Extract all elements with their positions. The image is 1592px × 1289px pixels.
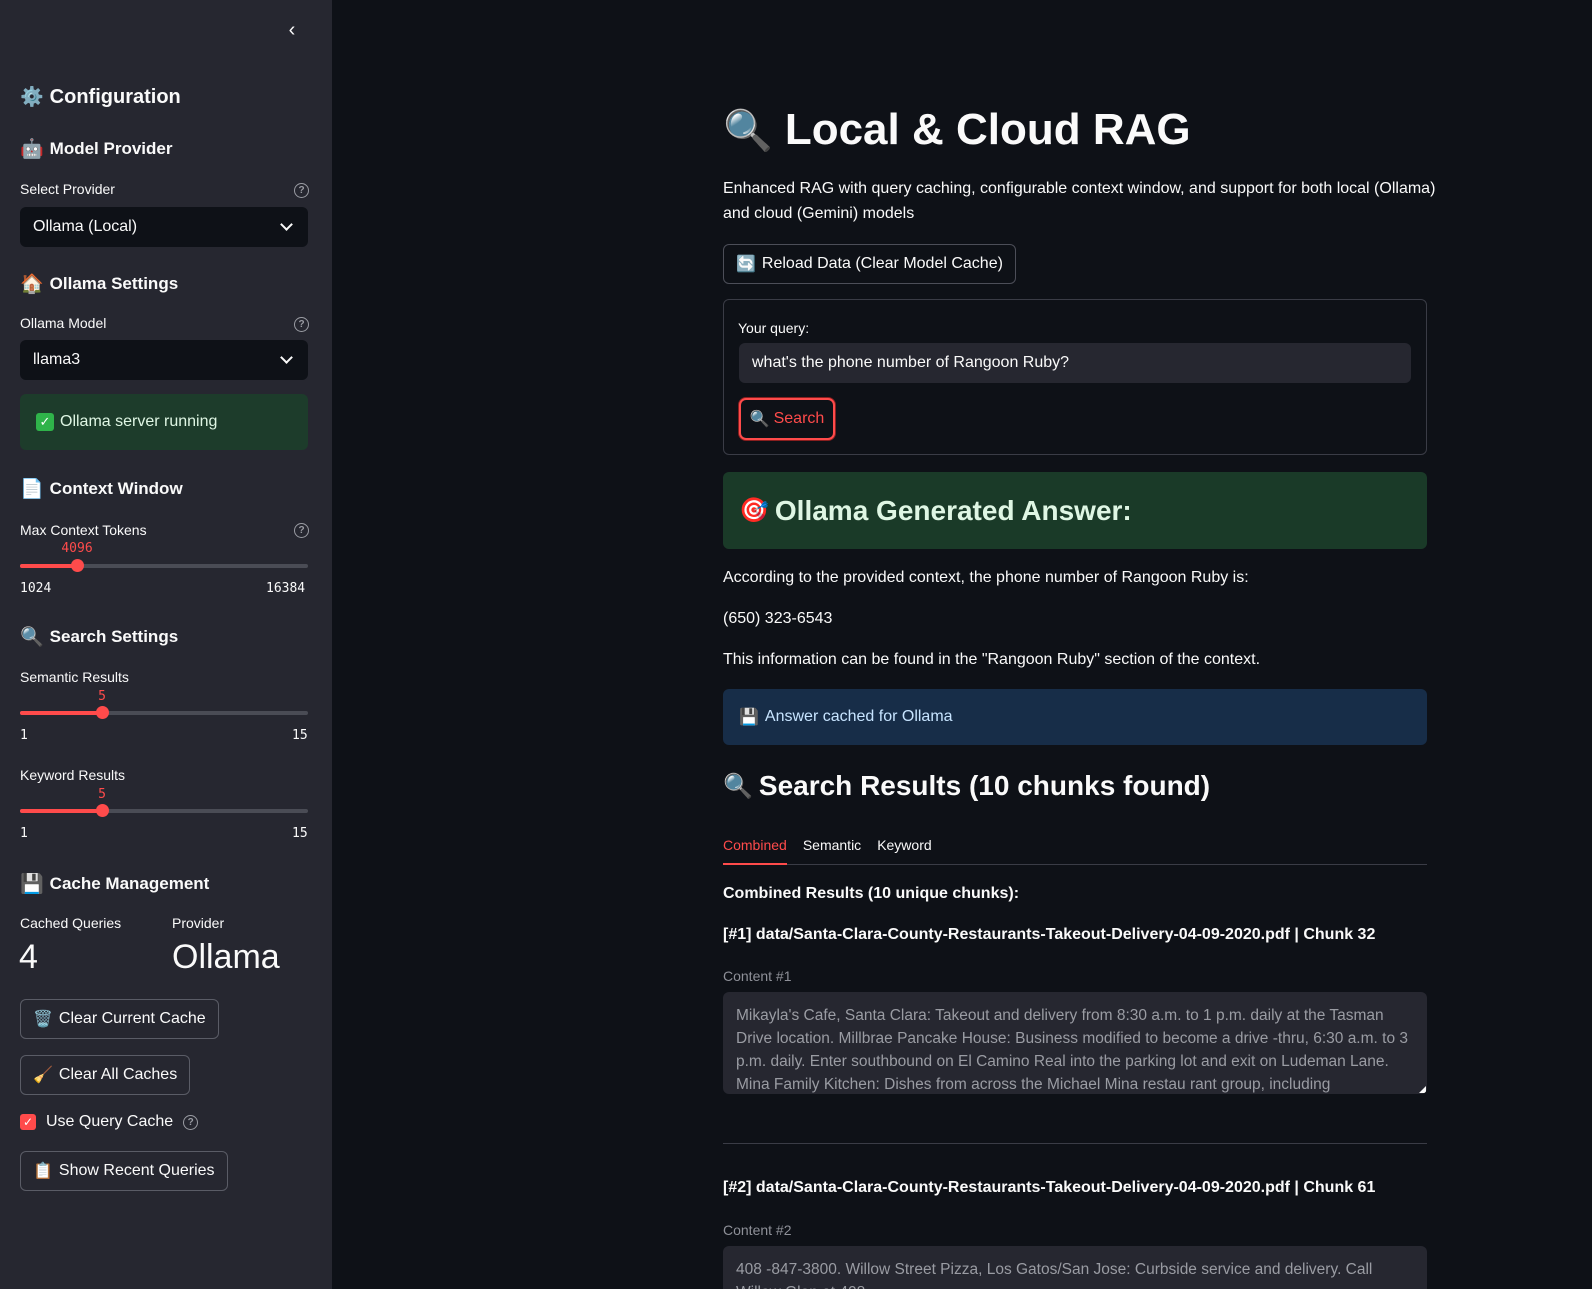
target-icon: 🎯: [739, 497, 769, 524]
robot-icon: 🤖: [20, 138, 44, 160]
refresh-icon: 🔄: [736, 256, 756, 273]
select-provider-label: Select Provider: [20, 181, 115, 197]
result-header: [#1] data/Santa-Clara-County-Restaurants…: [723, 926, 1376, 943]
keyword-slider[interactable]: [20, 804, 308, 817]
checkbox-checked-icon[interactable]: ✓: [20, 1114, 36, 1130]
content-textarea[interactable]: 408 -847-3800. Willow Street Pizza, Los …: [723, 1246, 1427, 1289]
house-icon: 🏠: [20, 273, 44, 295]
keyword-results-label: Keyword Results: [20, 767, 126, 783]
floppy-disk-icon: 💾: [20, 873, 44, 895]
context-slider[interactable]: [20, 559, 308, 572]
cache-info-alert: 💾 Answer cached for Ollama: [723, 689, 1427, 745]
config-heading: ⚙️ Configuration: [20, 86, 181, 108]
divider: [723, 1143, 1427, 1144]
cached-queries-value: 4: [19, 938, 38, 976]
query-input[interactable]: what's the phone number of Rangoon Ruby?: [739, 343, 1411, 383]
clipboard-icon: 📋: [33, 1163, 53, 1180]
slider-max: 16384: [266, 581, 306, 596]
semantic-results-label: Semantic Results: [20, 669, 129, 685]
ollama-model-label: Ollama Model: [20, 315, 107, 331]
slider-min: 1024: [20, 581, 52, 596]
answer-line: This information can be found in the "Ra…: [723, 651, 1261, 668]
slider-max: 15: [292, 728, 308, 743]
help-icon[interactable]: ?: [294, 523, 309, 538]
context-slider-value: 4096: [61, 541, 93, 556]
semantic-slider-value: 5: [98, 689, 106, 704]
keyword-slider-value: 5: [98, 787, 106, 802]
provider-value: Ollama: [172, 938, 280, 976]
broom-icon: 🧹: [33, 1067, 53, 1084]
query-label: Your query:: [738, 320, 810, 336]
ollama-model-select[interactable]: llama3: [20, 340, 308, 380]
reload-data-button[interactable]: 🔄 Reload Data (Clear Model Cache): [723, 244, 1016, 284]
answer-header: 🎯 Ollama Generated Answer:: [723, 472, 1427, 549]
trash-icon: 🗑️: [33, 1011, 53, 1028]
content-textarea[interactable]: Mikayla's Cafe, Santa Clara: Takeout and…: [723, 992, 1427, 1094]
slider-thumb[interactable]: [96, 804, 109, 817]
answer-line: According to the provided context, the p…: [723, 569, 1249, 586]
context-window-heading: 📄 Context Window: [20, 478, 183, 500]
content-label: Content #1: [723, 968, 792, 984]
cached-queries-label: Cached Queries: [20, 915, 122, 931]
provider-select[interactable]: Ollama (Local): [20, 207, 308, 247]
search-button[interactable]: 🔍 Search: [739, 398, 835, 440]
gear-icon: ⚙️: [20, 87, 44, 108]
tab-keyword[interactable]: Keyword: [877, 831, 931, 865]
magnifier-icon: 🔍: [20, 626, 44, 648]
magnifier-icon: 🔍: [749, 411, 770, 428]
model-provider-heading: 🤖 Model Provider: [20, 138, 173, 160]
clear-current-cache-button[interactable]: 🗑️ Clear Current Cache: [20, 999, 219, 1039]
slider-min: 1: [20, 826, 28, 841]
cache-management-heading: 💾 Cache Management: [20, 873, 210, 895]
page-title: 🔍 Local & Cloud RAG: [723, 105, 1191, 154]
chevron-down-icon: [280, 351, 293, 364]
magnifier-icon: 🔍: [723, 772, 753, 800]
provider-label: Provider: [172, 915, 225, 931]
help-icon[interactable]: ?: [294, 183, 309, 198]
results-tabs: Combined Semantic Keyword: [723, 831, 1427, 865]
page-description: Enhanced RAG with query caching, configu…: [723, 180, 1436, 222]
help-icon[interactable]: ?: [294, 317, 309, 332]
use-query-cache-checkbox[interactable]: ✓ Use Query Cache ?: [20, 1113, 199, 1131]
resize-handle-icon[interactable]: [1419, 1086, 1426, 1093]
slider-thumb[interactable]: [71, 559, 84, 572]
collapse-sidebar-icon[interactable]: ‹: [280, 18, 304, 42]
slider-min: 1: [20, 728, 28, 743]
chevron-down-icon: [280, 218, 293, 231]
show-recent-queries-button[interactable]: 📋 Show Recent Queries: [20, 1151, 228, 1191]
slider-max: 15: [292, 826, 308, 841]
result-header: [#2] data/Santa-Clara-County-Restaurants…: [723, 1179, 1376, 1196]
floppy-disk-icon: 💾: [739, 709, 759, 726]
search-settings-heading: 🔍 Search Settings: [20, 626, 179, 648]
combined-results-header: Combined Results (10 unique chunks):: [723, 885, 1020, 902]
ollama-settings-heading: 🏠 Ollama Settings: [20, 273, 179, 295]
content-label: Content #2: [723, 1222, 792, 1238]
clear-all-caches-button[interactable]: 🧹 Clear All Caches: [20, 1055, 191, 1095]
sidebar: ‹ ⚙️ Configuration 🤖 Model Provider Sele…: [0, 0, 332, 1289]
tab-combined[interactable]: Combined: [723, 831, 787, 865]
semantic-slider[interactable]: [20, 706, 308, 719]
magnifier-icon: 🔍: [723, 108, 773, 153]
help-icon[interactable]: ?: [183, 1114, 199, 1130]
check-icon: ✓: [36, 413, 54, 431]
search-results-heading: 🔍 Search Results (10 chunks found): [723, 770, 1211, 801]
max-context-tokens-label: Max Context Tokens: [20, 522, 147, 538]
ollama-status-alert: ✓ Ollama server running: [20, 394, 308, 450]
slider-thumb[interactable]: [96, 706, 109, 719]
document-icon: 📄: [20, 478, 44, 500]
answer-line: (650) 323-6543: [723, 610, 833, 627]
tab-semantic[interactable]: Semantic: [803, 831, 861, 865]
